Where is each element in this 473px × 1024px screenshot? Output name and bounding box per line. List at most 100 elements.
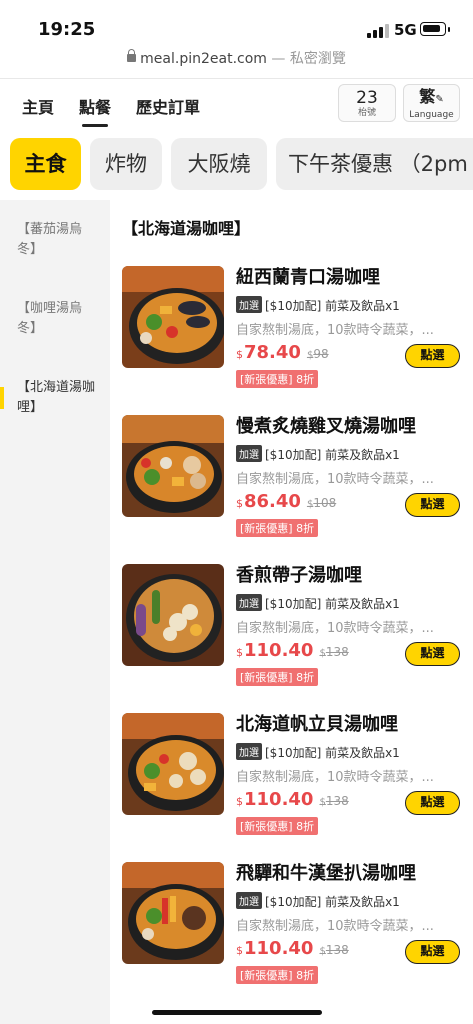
item-price: $78.40 $98 xyxy=(236,342,329,363)
original-price-value: 138 xyxy=(325,943,349,957)
seat-label: 枱號 xyxy=(357,108,376,118)
addon-text: [$10加配] 前菜及飲品x1 xyxy=(265,746,400,760)
addon-text: [$10加配] 前菜及飲品x1 xyxy=(265,299,400,313)
sidebar-item-tomato-udon[interactable]: 【蕃茄湯烏冬】 xyxy=(17,220,97,260)
original-price-value: 98 xyxy=(313,347,329,361)
currency-symbol: $ xyxy=(236,497,243,510)
sidebar-item-hokkaido-soup-curry[interactable]: 【北海道湯咖哩】 xyxy=(17,378,97,418)
promo-badge: [新張優惠] 8折 xyxy=(236,370,319,388)
addon-tag: 加選 xyxy=(236,296,262,313)
promo-badge: [新張優惠] 8折 xyxy=(236,817,319,835)
item-description: 自家熬制湯底，10款時令蔬菜，... xyxy=(236,621,434,636)
currency-symbol: $ xyxy=(236,348,243,361)
home-indicator[interactable] xyxy=(152,1010,322,1015)
menu-item[interactable]: 慢煮炙燒雞叉燒湯咖哩 加選 [$10加配] 前菜及飲品x1 自家熬制湯底，10款時… xyxy=(122,415,467,545)
food-photo xyxy=(122,266,224,368)
promo-badge: [新張優惠] 8折 xyxy=(236,966,319,984)
tab-order-history[interactable]: 歷史訂單 xyxy=(136,94,200,118)
addon-tag: 加選 xyxy=(236,743,262,760)
select-button[interactable]: 點選 xyxy=(405,642,460,666)
item-description: 自家熬制湯底，10款時令蔬菜，... xyxy=(236,323,434,338)
network-label: 5G xyxy=(394,21,417,39)
original-price-value: 138 xyxy=(325,794,349,808)
battery-tip-icon xyxy=(448,27,450,32)
currency-symbol: $ xyxy=(236,944,243,957)
item-price: $86.40 $108 xyxy=(236,491,336,512)
status-time: 19:25 xyxy=(38,19,96,40)
food-photo xyxy=(122,713,224,815)
item-name: 紐西蘭青口湯咖哩 xyxy=(236,267,380,288)
sidebar-item-curry-udon[interactable]: 【咖哩湯烏冬】 xyxy=(17,299,97,339)
menu-item[interactable]: 飛驒和牛漢堡扒湯咖哩 加選 [$10加配] 前菜及飲品x1 自家熬制湯底，10款時… xyxy=(122,862,467,992)
sidebar-active-indicator xyxy=(0,387,4,409)
section-title: 【北海道湯咖哩】 xyxy=(122,219,251,238)
tab-order[interactable]: 點餐 xyxy=(79,94,111,127)
addon-tag: 加選 xyxy=(236,594,262,611)
category-afternoon-tea[interactable]: 下午茶優惠 （2pm xyxy=(276,138,473,190)
menu-item[interactable]: 北海道帆立貝湯咖哩 加選 [$10加配] 前菜及飲品x1 自家熬制湯底，10款時令… xyxy=(122,713,467,843)
item-price: $110.40 $138 xyxy=(236,640,349,661)
original-price-value: 138 xyxy=(325,645,349,659)
price-value: 78.40 xyxy=(244,342,301,363)
pencil-icon: ✎ xyxy=(435,94,444,105)
addon-text: [$10加配] 前菜及飲品x1 xyxy=(265,448,400,462)
addon-text: [$10加配] 前菜及飲品x1 xyxy=(265,895,400,909)
item-description: 自家熬制湯底，10款時令蔬菜，... xyxy=(236,919,434,934)
select-button[interactable]: 點選 xyxy=(405,940,460,964)
item-name: 北海道帆立貝湯咖哩 xyxy=(236,714,398,735)
tab-home[interactable]: 主頁 xyxy=(22,94,54,118)
status-bar: 19:25 5G xyxy=(0,0,473,48)
private-mode-label: — 私密瀏覽 xyxy=(271,51,346,67)
food-photo xyxy=(122,415,224,517)
item-description: 自家熬制湯底，10款時令蔬菜，... xyxy=(236,770,434,785)
price-value: 110.40 xyxy=(244,640,314,661)
battery-icon xyxy=(420,22,446,36)
price-value: 110.40 xyxy=(244,938,314,959)
price-value: 86.40 xyxy=(244,491,301,512)
food-photo xyxy=(122,564,224,666)
seat-number-box[interactable]: 23 枱號 xyxy=(338,84,396,122)
item-name: 慢煮炙燒雞叉燒湯咖哩 xyxy=(236,416,416,437)
addon-tag: 加選 xyxy=(236,892,262,909)
item-name: 飛驒和牛漢堡扒湯咖哩 xyxy=(236,863,416,884)
select-button[interactable]: 點選 xyxy=(405,791,460,815)
select-button[interactable]: 點選 xyxy=(405,493,460,517)
language-button[interactable]: 繁✎ Language xyxy=(403,84,460,122)
url-bar[interactable]: meal.pin2eat.com — 私密瀏覽 xyxy=(0,48,473,76)
addon-row: 加選 [$10加配] 前菜及飲品x1 xyxy=(236,445,400,463)
category-staple[interactable]: 主食 xyxy=(10,138,81,190)
currency-symbol: $ xyxy=(236,795,243,808)
language-current: 繁 xyxy=(419,87,436,106)
language-label: Language xyxy=(409,110,454,120)
item-description: 自家熬制湯底，10款時令蔬菜，... xyxy=(236,472,434,487)
original-price: $108 xyxy=(307,496,336,510)
header-divider xyxy=(0,78,473,79)
category-okonomiyaki[interactable]: 大阪燒 xyxy=(171,138,267,190)
url-domain: meal.pin2eat.com xyxy=(140,51,267,67)
category-bar: 主食 炸物 大阪燒 下午茶優惠 （2pm xyxy=(0,134,473,194)
food-photo xyxy=(122,862,224,964)
original-price-value: 108 xyxy=(313,496,337,510)
seat-number: 23 xyxy=(356,88,378,108)
currency-symbol: $ xyxy=(236,646,243,659)
addon-row: 加選 [$10加配] 前菜及飲品x1 xyxy=(236,892,400,910)
original-price: $138 xyxy=(319,645,348,659)
item-price: $110.40 $138 xyxy=(236,789,349,810)
signal-icon xyxy=(367,24,389,38)
select-button[interactable]: 點選 xyxy=(405,344,460,368)
menu-item[interactable]: 香煎帶子湯咖哩 加選 [$10加配] 前菜及飲品x1 自家熬制湯底，10款時令蔬菜… xyxy=(122,564,467,694)
price-value: 110.40 xyxy=(244,789,314,810)
addon-row: 加選 [$10加配] 前菜及飲品x1 xyxy=(236,296,400,314)
original-price: $138 xyxy=(319,943,348,957)
promo-badge: [新張優惠] 8折 xyxy=(236,668,319,686)
item-price: $110.40 $138 xyxy=(236,938,349,959)
promo-badge: [新張優惠] 8折 xyxy=(236,519,319,537)
addon-row: 加選 [$10加配] 前菜及飲品x1 xyxy=(236,594,400,612)
menu-item[interactable]: 紐西蘭青口湯咖哩 加選 [$10加配] 前菜及飲品x1 自家熬制湯底，10款時令蔬… xyxy=(122,266,467,396)
addon-tag: 加選 xyxy=(236,445,262,462)
item-name: 香煎帶子湯咖哩 xyxy=(236,565,362,586)
lock-icon xyxy=(127,49,137,62)
original-price: $98 xyxy=(307,347,329,361)
addon-text: [$10加配] 前菜及飲品x1 xyxy=(265,597,400,611)
category-fried[interactable]: 炸物 xyxy=(90,138,162,190)
